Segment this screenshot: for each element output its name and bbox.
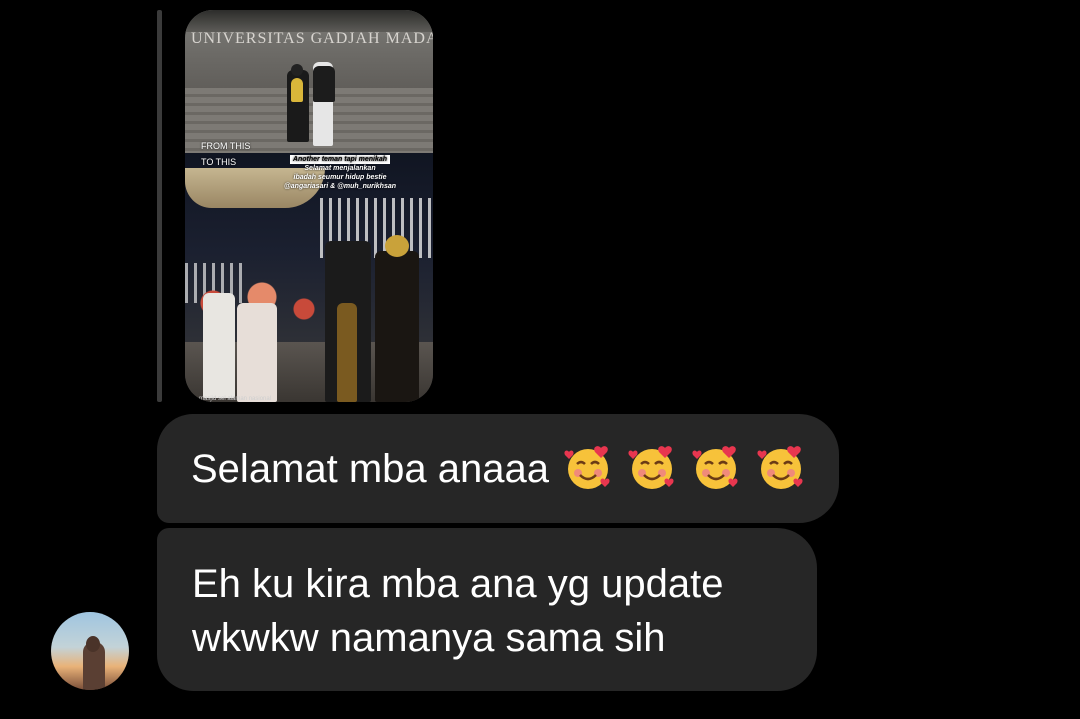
story-from-label: FROM THIS xyxy=(201,141,251,151)
story-caption-line: ibadah seumur hidup bestie xyxy=(293,174,387,181)
reply-indicator-bar xyxy=(157,10,162,402)
story-top-photo: UNIVERSITAS GADJAH MADA xyxy=(185,10,433,153)
message-text: Selamat mba anaaa xyxy=(191,442,806,495)
smiling-face-with-hearts-icon xyxy=(563,442,613,492)
story-caption-line: Selamat menjalankan xyxy=(304,165,376,172)
smiling-face-with-hearts-icon xyxy=(691,442,741,492)
replied-story-thumbnail[interactable]: UNIVERSITAS GADJAH MADA FROM THIS TO THI… xyxy=(185,10,433,402)
sender-avatar[interactable] xyxy=(51,612,129,690)
message-bubble[interactable]: Selamat mba anaaa xyxy=(157,414,839,523)
message-text-line: Eh ku kira mba ana yg update xyxy=(192,562,724,606)
message-bubble[interactable]: Eh ku kira mba ana yg update wkwkw naman… xyxy=(157,528,817,691)
smiling-face-with-hearts-icon xyxy=(627,442,677,492)
message-body: Selamat mba anaaa xyxy=(191,447,550,491)
story-caption-line: Another teman tapi menikah xyxy=(289,155,391,164)
story-to-label: TO THIS xyxy=(201,157,237,167)
message-text-line: wkwkw namanya sama sih xyxy=(192,616,666,660)
monument-text: UNIVERSITAS GADJAH MADA xyxy=(191,30,433,47)
story-caption-line: @angariasari & @muh_nurikhsan xyxy=(283,183,397,190)
story-caption: Another teman tapi menikah Selamat menja… xyxy=(255,155,425,191)
story-bottom-text: masjid sel alaman nasional xyxy=(199,396,272,402)
smiling-face-with-hearts-icon xyxy=(756,442,806,492)
